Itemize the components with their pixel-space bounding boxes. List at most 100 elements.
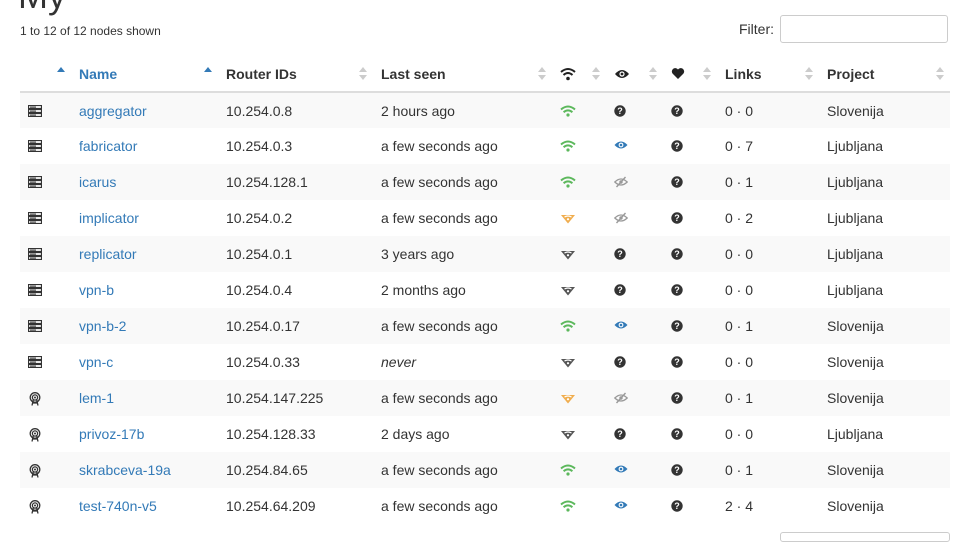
table-row[interactable]: privoz-17b 10.254.128.33 2 days ago?? 0 · 0…	[20, 416, 950, 452]
node-name-cell: privoz-17b	[71, 416, 218, 452]
table-row[interactable]: icarus 10.254.128.1 a few seconds ago? 0 · …	[20, 164, 950, 200]
table-row[interactable]: skrabceva-19a 10.254.84.65 a few seconds a…	[20, 452, 950, 488]
project-cell: Slovenija	[819, 380, 950, 416]
table-row[interactable]: test-740n-v5 10.254.64.209 a few seconds a…	[20, 488, 950, 524]
table-row[interactable]: implicator 10.254.0.2 a few seconds ago? 0 …	[20, 200, 950, 236]
server-icon	[28, 356, 42, 370]
node-name-link[interactable]: vpn-c	[79, 354, 113, 370]
node-type-cell	[20, 380, 71, 416]
node-type-cell	[20, 200, 71, 236]
router-id-cell: 10.254.64.209	[226, 498, 316, 514]
table-row[interactable]: fabricator 10.254.0.3 a few seconds ago? 0 …	[20, 128, 950, 164]
health-cell: ?	[663, 164, 717, 200]
node-name-link[interactable]: vpn-b-2	[79, 318, 126, 334]
last-seen-cell: a few seconds ago	[373, 380, 552, 416]
node-name-cell: icarus	[71, 164, 218, 200]
table-row[interactable]: lem-1 10.254.147.225 a few seconds ago? 0 ·…	[20, 380, 950, 416]
last-seen-cell: a few seconds ago	[381, 210, 498, 226]
antenna-icon	[28, 392, 42, 406]
node-name-link[interactable]: lem-1	[79, 390, 114, 406]
server-icon	[28, 212, 42, 226]
nodes-table: Name Router IDs Last seen Links Project …	[20, 56, 950, 524]
col-header-links[interactable]: Links	[717, 56, 819, 93]
sort-icon	[592, 67, 600, 81]
wifi-online-icon	[560, 105, 576, 119]
sort-asc-icon	[57, 67, 65, 81]
wifi-online-icon	[560, 176, 576, 190]
svg-text:?: ?	[674, 141, 680, 151]
question-circle-icon: ?	[671, 356, 685, 370]
question-circle-icon: ?	[671, 464, 685, 478]
wifi-offline-icon	[560, 284, 576, 298]
table-row[interactable]: vpn-c 10.254.0.33 never?? 0 · 0 Slovenija	[20, 344, 950, 380]
wifi-online-icon	[560, 464, 576, 478]
links-cell: 0 · 0	[725, 354, 754, 370]
col-header-health[interactable]	[663, 56, 717, 93]
nodes-summary: 1 to 12 of 12 nodes shown	[20, 24, 161, 38]
status-cell	[552, 308, 606, 344]
col-header-monitored[interactable]	[606, 56, 663, 93]
node-type-cell	[20, 488, 71, 524]
router-id-cell: 10.254.128.33	[226, 426, 316, 442]
svg-text:?: ?	[674, 429, 680, 439]
question-circle-icon: ?	[671, 248, 685, 262]
table-row[interactable]: vpn-b 10.254.0.4 2 months ago?? 0 · 0 Ljublj…	[20, 272, 950, 308]
links-cell: 0 · 2	[725, 210, 754, 226]
node-name-cell: replicator	[71, 236, 218, 272]
table-row[interactable]: vpn-b-2 10.254.0.17 a few seconds ago? 0 · …	[20, 308, 950, 344]
server-icon	[28, 284, 42, 298]
node-name-link[interactable]: skrabceva-19a	[79, 462, 171, 478]
col-header-last-seen[interactable]: Last seen	[373, 56, 552, 93]
monitored-cell: ?	[606, 344, 663, 380]
svg-text:?: ?	[674, 321, 680, 331]
eye-icon	[614, 320, 628, 334]
node-name-cell: skrabceva-19a	[71, 452, 218, 488]
links-cell: 2 · 4	[725, 498, 754, 514]
last-seen-cell: 2 hours ago	[373, 92, 552, 128]
col-header-project[interactable]: Project	[819, 56, 950, 93]
question-circle-icon: ?	[614, 356, 628, 370]
status-cell	[552, 236, 606, 272]
sort-icon	[703, 67, 711, 81]
monitored-cell: ?	[606, 92, 663, 128]
table-row[interactable]: aggregator 10.254.0.8 2 hours ago?? 0 · 0 Sl…	[20, 92, 950, 128]
question-circle-icon: ?	[671, 428, 685, 442]
router-id-cell: 10.254.0.2	[226, 210, 293, 226]
col-header-type[interactable]	[20, 56, 71, 93]
last-seen-cell: a few seconds ago	[373, 452, 552, 488]
col-header-router-ids[interactable]: Router IDs	[218, 56, 373, 93]
col-header-name[interactable]: Name	[71, 56, 218, 93]
router-id-cell: 10.254.147.225	[218, 380, 373, 416]
sort-icon	[538, 67, 546, 81]
filter-input[interactable]	[780, 15, 948, 43]
health-cell: ?	[663, 308, 717, 344]
server-icon	[28, 176, 42, 190]
monitored-cell: ?	[606, 236, 663, 272]
col-header-status[interactable]	[552, 56, 606, 93]
links-cell: 0 · 1	[717, 164, 819, 200]
router-id-cell: 10.254.0.4	[226, 282, 293, 298]
node-name-link[interactable]: vpn-b	[79, 282, 114, 298]
node-name-link[interactable]: privoz-17b	[79, 426, 144, 442]
node-name-link[interactable]: test-740n-v5	[79, 498, 157, 514]
pagination-control[interactable]	[780, 532, 950, 542]
eye-icon	[614, 464, 628, 478]
project-cell: Ljubljana	[819, 164, 950, 200]
status-cell	[552, 200, 606, 236]
monitored-cell: ?	[606, 272, 663, 308]
health-cell: ?	[663, 452, 717, 488]
health-cell: ?	[663, 488, 717, 524]
node-name-link[interactable]: replicator	[79, 246, 137, 262]
svg-text:?: ?	[674, 249, 680, 259]
question-circle-icon: ?	[671, 176, 685, 190]
node-name-link[interactable]: icarus	[79, 174, 116, 190]
node-name-link[interactable]: fabricator	[79, 138, 137, 154]
table-row[interactable]: replicator 10.254.0.1 3 years ago?? 0 · 0 Lj…	[20, 236, 950, 272]
node-name-link[interactable]: implicator	[79, 210, 139, 226]
node-name-link[interactable]: aggregator	[79, 103, 147, 119]
svg-text:?: ?	[617, 249, 623, 259]
svg-text:?: ?	[674, 285, 680, 295]
question-circle-icon: ?	[614, 248, 628, 262]
wifi-online-icon	[560, 140, 576, 154]
links-cell: 0 · 1	[717, 308, 819, 344]
